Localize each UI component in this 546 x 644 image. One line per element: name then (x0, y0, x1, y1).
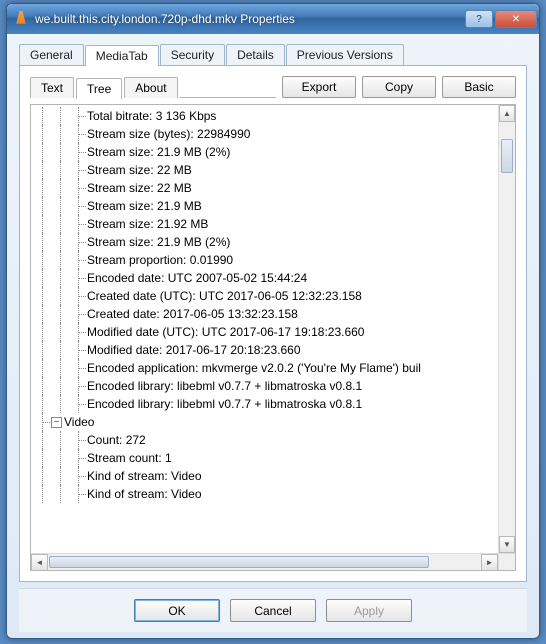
tree-row[interactable]: Encoded library: libebml v0.7.7 + libmat… (33, 395, 498, 413)
tab-security[interactable]: Security (160, 44, 225, 65)
tree-label: Encoded library: libebml v0.7.7 + libmat… (87, 397, 362, 411)
tree-label: Stream size: 21.9 MB (87, 199, 202, 213)
basic-button[interactable]: Basic (442, 76, 516, 98)
tree-row[interactable]: Stream size (bytes): 22984990 (33, 125, 498, 143)
client-area: General MediaTab Security Details Previo… (13, 40, 533, 632)
tree-row[interactable]: Stream size: 21.9 MB (2%) (33, 143, 498, 161)
tree-label: Kind of stream: Video (87, 487, 202, 501)
tree-label: Stream size: 21.9 MB (2%) (87, 235, 230, 249)
dialog-footer: OK Cancel Apply (19, 588, 527, 632)
tab-about[interactable]: About (124, 77, 177, 98)
mediatab-panel: Text Tree About Export Copy Basic Total … (19, 65, 527, 582)
inner-toolbar: Text Tree About Export Copy Basic (30, 76, 516, 98)
tree-row[interactable]: Stream size: 21.9 MB (33, 197, 498, 215)
tree-row[interactable]: Stream proportion: 0.01990 (33, 251, 498, 269)
scroll-left-icon[interactable]: ◄ (31, 554, 48, 571)
tree-row[interactable]: Encoded application: mkvmerge v2.0.2 ('Y… (33, 359, 498, 377)
tree-label: Stream size (bytes): 22984990 (87, 127, 250, 141)
collapse-icon[interactable]: − (51, 417, 62, 428)
tree-label: Stream size: 22 MB (87, 181, 192, 195)
tree-label: Video (64, 415, 94, 429)
tree-label: Created date: 2017-06-05 13:32:23.158 (87, 307, 298, 321)
horizontal-scrollbar[interactable]: ◄ ► (31, 553, 498, 570)
vlc-icon (13, 11, 29, 27)
tree-row[interactable]: Modified date (UTC): UTC 2017-06-17 19:1… (33, 323, 498, 341)
titlebar[interactable]: we.built.this.city.london.720p-dhd.mkv P… (7, 4, 539, 34)
tree-row[interactable]: Created date: 2017-06-05 13:32:23.158 (33, 305, 498, 323)
tree-label: Stream proportion: 0.01990 (87, 253, 233, 267)
apply-button: Apply (326, 599, 412, 622)
tree-label: Stream size: 22 MB (87, 163, 192, 177)
scroll-down-icon[interactable]: ▼ (499, 536, 515, 553)
copy-button[interactable]: Copy (362, 76, 436, 98)
tab-general[interactable]: General (19, 44, 84, 65)
tree-row[interactable]: Stream size: 22 MB (33, 161, 498, 179)
outer-tabstrip: General MediaTab Security Details Previo… (13, 40, 533, 65)
tree-row[interactable]: Encoded date: UTC 2007-05-02 15:44:24 (33, 269, 498, 287)
tree-row[interactable]: Stream count: 1 (33, 449, 498, 467)
tree-row[interactable]: Kind of stream: Video (33, 485, 498, 503)
tree-label: Encoded library: libebml v0.7.7 + libmat… (87, 379, 362, 393)
tree-row[interactable]: Kind of stream: Video (33, 467, 498, 485)
tree-row[interactable]: Stream size: 22 MB (33, 179, 498, 197)
window-title: we.built.this.city.london.720p-dhd.mkv P… (35, 12, 463, 26)
tree-label: Stream count: 1 (87, 451, 172, 465)
tree-label: Stream size: 21.9 MB (2%) (87, 145, 230, 159)
tree-label: Stream size: 21.92 MB (87, 217, 208, 231)
export-button[interactable]: Export (282, 76, 356, 98)
close-icon: ✕ (512, 14, 520, 25)
tree-label: Created date (UTC): UTC 2017-06-05 12:32… (87, 289, 362, 303)
tree-label: Encoded date: UTC 2007-05-02 15:44:24 (87, 271, 307, 285)
tree-row[interactable]: Total bitrate: 3 136 Kbps (33, 107, 498, 125)
tree-row[interactable]: Stream size: 21.9 MB (2%) (33, 233, 498, 251)
tree-row[interactable]: Stream size: 21.92 MB (33, 215, 498, 233)
help-icon: ? (476, 14, 482, 25)
tree-row[interactable]: Encoded library: libebml v0.7.7 + libmat… (33, 377, 498, 395)
tree-label: Total bitrate: 3 136 Kbps (87, 109, 216, 123)
tab-details[interactable]: Details (226, 44, 285, 65)
hscroll-thumb[interactable] (49, 556, 429, 568)
tree-content: Total bitrate: 3 136 Kbps Stream size (by… (31, 105, 498, 553)
tree-row[interactable]: Created date (UTC): UTC 2017-06-05 12:32… (33, 287, 498, 305)
tab-previous-versions[interactable]: Previous Versions (286, 44, 404, 65)
properties-window: we.built.this.city.london.720p-dhd.mkv P… (6, 3, 540, 639)
ok-button[interactable]: OK (134, 599, 220, 622)
vscroll-thumb[interactable] (501, 139, 513, 173)
tree-row[interactable]: Count: 272 (33, 431, 498, 449)
tree-view[interactable]: Total bitrate: 3 136 Kbps Stream size (by… (30, 104, 516, 571)
help-button[interactable]: ? (465, 10, 493, 28)
tree-label: Count: 272 (87, 433, 146, 447)
tab-mediatab[interactable]: MediaTab (85, 45, 159, 66)
tree-label: Modified date: 2017-06-17 20:18:23.660 (87, 343, 301, 357)
vertical-scrollbar[interactable]: ▲ ▼ (498, 105, 515, 553)
close-button[interactable]: ✕ (495, 10, 537, 28)
tree-row[interactable]: Modified date: 2017-06-17 20:18:23.660 (33, 341, 498, 359)
tab-text[interactable]: Text (30, 77, 74, 98)
tree-label: Encoded application: mkvmerge v2.0.2 ('Y… (87, 361, 421, 375)
scroll-up-icon[interactable]: ▲ (499, 105, 515, 122)
scroll-right-icon[interactable]: ► (481, 554, 498, 571)
scroll-corner (498, 553, 515, 570)
inner-tabstrip: Text Tree About (30, 77, 276, 98)
tree-row[interactable]: −Video (33, 413, 498, 431)
tree-label: Kind of stream: Video (87, 469, 202, 483)
tab-tree[interactable]: Tree (76, 78, 122, 99)
tree-label: Modified date (UTC): UTC 2017-06-17 19:1… (87, 325, 364, 339)
cancel-button[interactable]: Cancel (230, 599, 316, 622)
